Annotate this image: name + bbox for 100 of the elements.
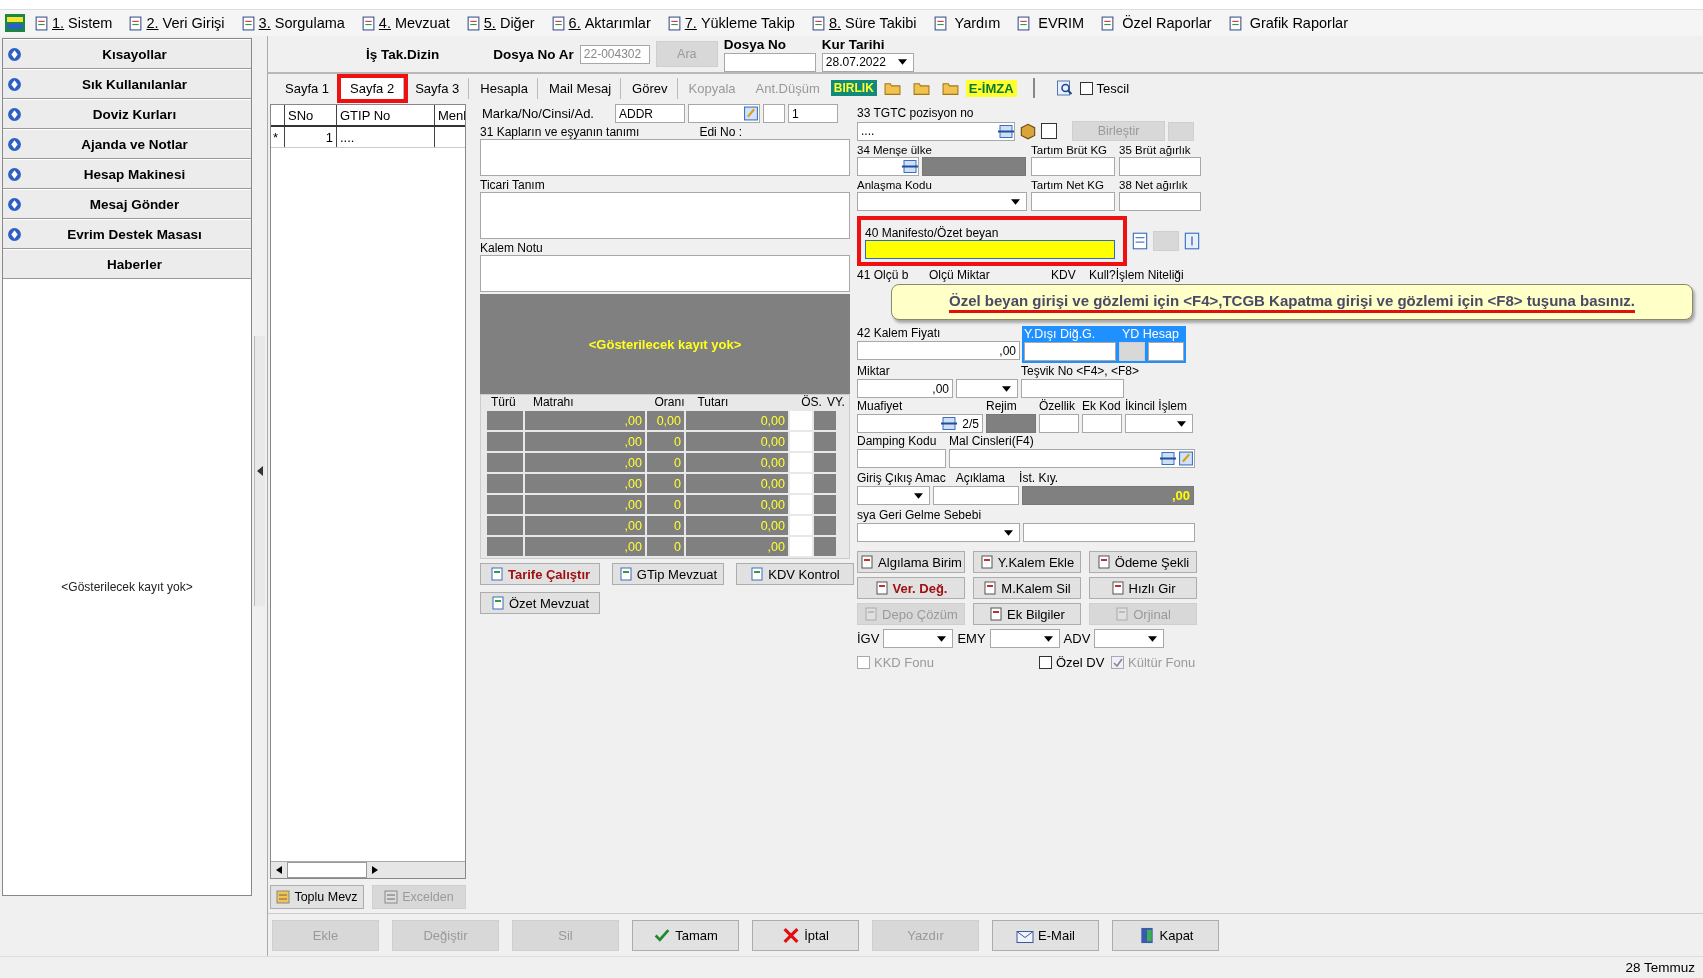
horizontal-scrollbar[interactable] xyxy=(271,861,465,878)
document-icon xyxy=(1110,581,1125,595)
dropdown-field[interactable] xyxy=(989,629,1060,648)
e-imza-badge[interactable]: E-İMZA xyxy=(965,79,1017,97)
input-field[interactable] xyxy=(865,240,1115,259)
menu-item[interactable]: 1. Sistem xyxy=(30,11,125,35)
action-button[interactable]: Özet Mevzuat xyxy=(480,592,600,614)
action-button[interactable]: Hızlı Gir xyxy=(1089,577,1197,599)
input-field[interactable] xyxy=(933,486,1019,505)
action-button[interactable]: Ver. Değ. xyxy=(857,577,965,599)
table-cell xyxy=(487,516,523,535)
menu-item[interactable]: 2. Veri Girişi xyxy=(124,11,237,35)
input-field[interactable] xyxy=(1023,523,1195,542)
action-button[interactable]: KDV Kontrol xyxy=(736,563,854,585)
input-field[interactable] xyxy=(857,449,946,468)
input-field[interactable] xyxy=(763,104,785,123)
text-area[interactable] xyxy=(480,139,850,176)
dropdown-field[interactable] xyxy=(1125,414,1193,433)
dropdown-field[interactable] xyxy=(956,379,1018,398)
sidebar-item[interactable]: Hesap Makinesi xyxy=(3,159,251,189)
box-icon[interactable] xyxy=(1018,121,1038,141)
menu-item[interactable]: 4. Mevzuat xyxy=(356,11,462,35)
input-field[interactable] xyxy=(688,104,760,123)
column-header: GTIP No xyxy=(337,105,435,125)
footer-button[interactable]: Kapat xyxy=(1112,919,1219,951)
input-field[interactable] xyxy=(1039,414,1079,433)
input-field[interactable] xyxy=(1082,414,1122,433)
input-field[interactable] xyxy=(1119,192,1201,211)
dropdown-field[interactable] xyxy=(883,629,954,648)
action-button[interactable]: M.Kalem Sil xyxy=(973,577,1081,599)
tab[interactable]: Görev xyxy=(623,77,678,99)
sidebar-item[interactable]: Doviz Kurları xyxy=(3,99,251,129)
input-field[interactable] xyxy=(1148,342,1184,361)
dropdown-field[interactable] xyxy=(1094,629,1165,648)
tab[interactable]: Mail Mesaj xyxy=(540,77,622,99)
input-field[interactable] xyxy=(857,157,919,176)
input-field[interactable] xyxy=(1021,379,1124,398)
menu-item[interactable]: EVRIM xyxy=(1012,11,1097,35)
tab[interactable]: Hesapla xyxy=(471,77,538,99)
birlik-badge[interactable]: BIRLIK xyxy=(830,80,877,96)
input-field[interactable]: 1 xyxy=(788,104,838,123)
date-field[interactable]: 28.07.2022 xyxy=(821,52,914,72)
left-arrow-icon[interactable] xyxy=(276,866,282,874)
input-field[interactable]: 22-004302 xyxy=(579,44,650,64)
input-field[interactable] xyxy=(723,52,816,72)
action-button[interactable]: Tarife Çalıştır xyxy=(480,563,600,585)
menu-item[interactable]: 3. Sorgulama xyxy=(236,11,357,35)
action-button[interactable]: GTip Mevzuat xyxy=(612,563,724,585)
footer-button[interactable]: İptal xyxy=(752,919,859,951)
document-icon xyxy=(932,15,948,31)
menu-item[interactable]: 6. Aktarımlar xyxy=(546,11,663,35)
input-field[interactable]: ADDR xyxy=(615,104,685,123)
menu-item[interactable]: Yardım xyxy=(928,11,1013,35)
right-arrow-icon[interactable] xyxy=(372,866,378,874)
list-icon xyxy=(998,123,1014,139)
dropdown-field[interactable] xyxy=(857,192,1027,211)
folder-icon[interactable] xyxy=(883,80,901,96)
input-field[interactable]: .... xyxy=(857,121,1015,141)
document-icon[interactable] xyxy=(1182,231,1202,251)
collapse-arrow-icon[interactable] xyxy=(257,466,263,476)
sidebar-item[interactable]: Mesaj Gönder xyxy=(3,189,251,219)
input-field[interactable]: ,00 xyxy=(857,379,953,398)
dropdown-field[interactable] xyxy=(857,486,930,505)
checkbox[interactable] xyxy=(1041,123,1057,139)
sidebar-item[interactable]: Sık Kullanılanlar xyxy=(3,69,251,99)
input-field[interactable]: 2/5 xyxy=(857,414,983,433)
document-icon xyxy=(490,596,505,610)
folder-icon[interactable] xyxy=(941,80,959,96)
text-area[interactable] xyxy=(480,255,850,292)
sidebar-item[interactable]: Kısayollar xyxy=(3,39,251,69)
more-button[interactable] xyxy=(1168,121,1194,141)
footer-button[interactable]: Tamam xyxy=(632,919,739,951)
input-field[interactable]: ,00 xyxy=(857,341,1020,360)
sidebar-item[interactable]: Ajanda ve Notlar xyxy=(3,129,251,159)
input-field[interactable] xyxy=(1119,157,1201,176)
folder-icon[interactable] xyxy=(912,80,930,96)
checkbox[interactable] xyxy=(1079,81,1093,95)
sidebar-item[interactable]: Haberler xyxy=(3,249,251,279)
toolbar-button[interactable]: Toplu Mevz xyxy=(270,885,364,909)
menu-item[interactable]: 7. Yükleme Takip xyxy=(662,11,807,35)
menu-item[interactable]: 5. Diğer xyxy=(461,11,547,35)
menu-item[interactable]: Grafik Raporlar xyxy=(1223,11,1360,35)
action-button[interactable]: Y.Kalem Ekle xyxy=(973,551,1081,573)
sidebar-item[interactable]: Evrim Destek Masası xyxy=(3,219,251,249)
menu-item[interactable]: 8. Süre Takibi xyxy=(806,11,929,35)
input-field[interactable] xyxy=(1031,192,1115,211)
input-field[interactable] xyxy=(949,449,1195,468)
action-button[interactable]: Ödeme Şekli xyxy=(1089,551,1197,573)
action-button[interactable]: Algılama Birim xyxy=(857,551,965,573)
field-label: Anlaşma Kodu xyxy=(857,179,933,191)
input-field[interactable] xyxy=(1031,157,1115,176)
footer-button[interactable]: E-Mail xyxy=(992,919,1099,951)
action-button[interactable]: Ek Bilgiler xyxy=(973,603,1081,625)
input-field[interactable] xyxy=(1024,342,1116,361)
checkbox[interactable] xyxy=(1039,656,1052,669)
menu-item[interactable]: Özel Raporlar xyxy=(1096,11,1224,35)
search-icon[interactable] xyxy=(1055,80,1073,96)
dropdown-field[interactable] xyxy=(857,523,1020,542)
text-area[interactable] xyxy=(480,192,850,239)
tab[interactable]: Sayfa 3 xyxy=(406,77,470,99)
